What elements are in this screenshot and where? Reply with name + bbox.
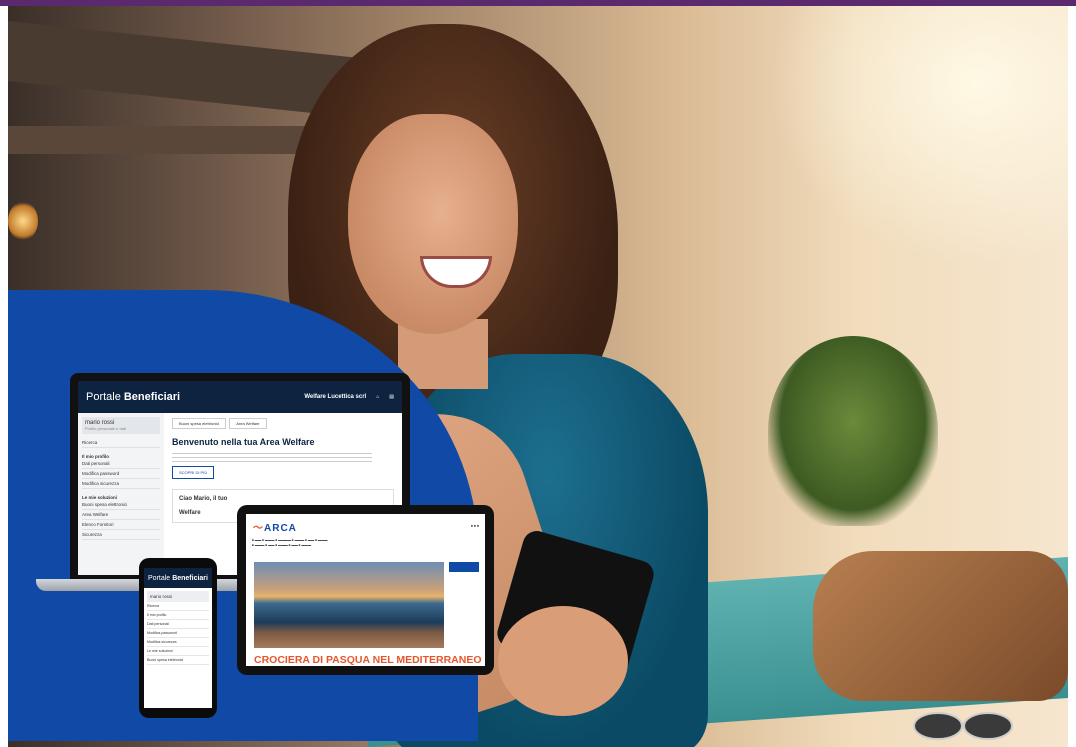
brand-bold: Beneficiari <box>123 391 181 403</box>
sidebar-item[interactable]: Ricerca <box>82 438 160 448</box>
leather-bag <box>813 551 1068 701</box>
tab-buoni[interactable]: Buoni spesa elettronici <box>172 418 227 429</box>
cruise-photo <box>254 562 444 648</box>
brand-bold: Beneficiari <box>172 574 208 582</box>
sidebar-item[interactable]: Modifica password <box>82 469 160 479</box>
phone-screen: Portale Beneficiari mario rossi Ricerca … <box>144 568 212 708</box>
tablet-screen: 〜ARCA ■ ■ ■ ■ ▬▬ ■ ▬▬▬ ■ ▬▬▬▬ ■ ▬▬▬ ■ ▬▬… <box>246 514 485 666</box>
discover-button[interactable]: SCOPRI DI PIÙ <box>172 466 215 479</box>
sidebar-item[interactable]: Elenco Fornitori <box>82 520 160 530</box>
card-greeting: Ciao Mario, il tuo <box>179 496 228 502</box>
header-links[interactable]: ■ ■ ■ <box>471 524 479 528</box>
tablet-nav[interactable]: ■ ▬▬ ■ ▬▬▬ ■ ▬▬▬▬ ■ ▬▬▬ ■ ▬▬ ■ ▬▬▬ ■ ▬▬▬ … <box>246 538 485 548</box>
menu-item: Il mio profilo <box>147 611 209 620</box>
face <box>348 114 518 334</box>
hanging-lamp <box>8 201 38 241</box>
side-widget[interactable] <box>449 562 479 572</box>
sidebar: mario rossi Profilo personale e dati Ric… <box>78 413 164 575</box>
welcome-text <box>172 450 372 462</box>
menu-item[interactable]: Modifica sicurezza <box>147 638 209 647</box>
tab-welfare[interactable]: Area Welfare <box>229 418 267 429</box>
user-sub: Profilo personale e dati <box>85 426 126 431</box>
phone-header: Portale Beneficiari <box>144 568 212 588</box>
plant <box>768 336 938 526</box>
brand-light: Portale <box>148 574 171 582</box>
menu-item[interactable]: Buoni spesa elettronici <box>147 656 209 665</box>
user-card: mario rossi Profilo personale e dati <box>82 417 160 434</box>
welcome-title: Benvenuto nella tua Area Welfare <box>172 437 315 447</box>
menu-item[interactable]: Dati personali <box>147 620 209 629</box>
sidebar-item[interactable]: Modifica sicurezza <box>82 479 160 489</box>
window-light <box>768 6 1068 266</box>
brand-light: Portale <box>86 391 121 403</box>
menu-item[interactable]: Modifica password <box>147 629 209 638</box>
sidebar-item[interactable]: Dati personali <box>82 459 160 469</box>
phone-mockup: Portale Beneficiari mario rossi Ricerca … <box>139 558 217 718</box>
cruise-headline[interactable]: CROCIERA DI PASQUA NEL MEDITERRANEO <box>254 654 482 666</box>
document-icon[interactable]: ▤ <box>389 394 394 401</box>
user-card: mario rossi <box>147 591 209 602</box>
home-icon[interactable]: ⌂ <box>376 394 379 401</box>
menu-item: Le mie soluzioni <box>147 647 209 656</box>
tablet-mockup: 〜ARCA ■ ■ ■ ■ ▬▬ ■ ▬▬▬ ■ ▬▬▬▬ ■ ▬▬▬ ■ ▬▬… <box>237 505 494 675</box>
company-selector[interactable]: Welfare Lucettica scrl <box>304 394 366 400</box>
sunglasses-icon <box>913 712 1013 740</box>
sidebar-item[interactable]: Sicurezza <box>82 530 160 540</box>
swoosh-icon: 〜 <box>252 522 263 534</box>
menu-item[interactable]: Ricerca <box>147 602 209 611</box>
ceiling-beam <box>8 126 308 154</box>
sidebar-item[interactable]: Buoni spesa elettronici <box>82 500 160 510</box>
hand <box>498 606 628 716</box>
arca-logo: 〜ARCA <box>252 522 297 534</box>
app-header: Portale Beneficiari Welfare Lucettica sc… <box>78 381 402 413</box>
sidebar-item[interactable]: Area Welfare <box>82 510 160 520</box>
